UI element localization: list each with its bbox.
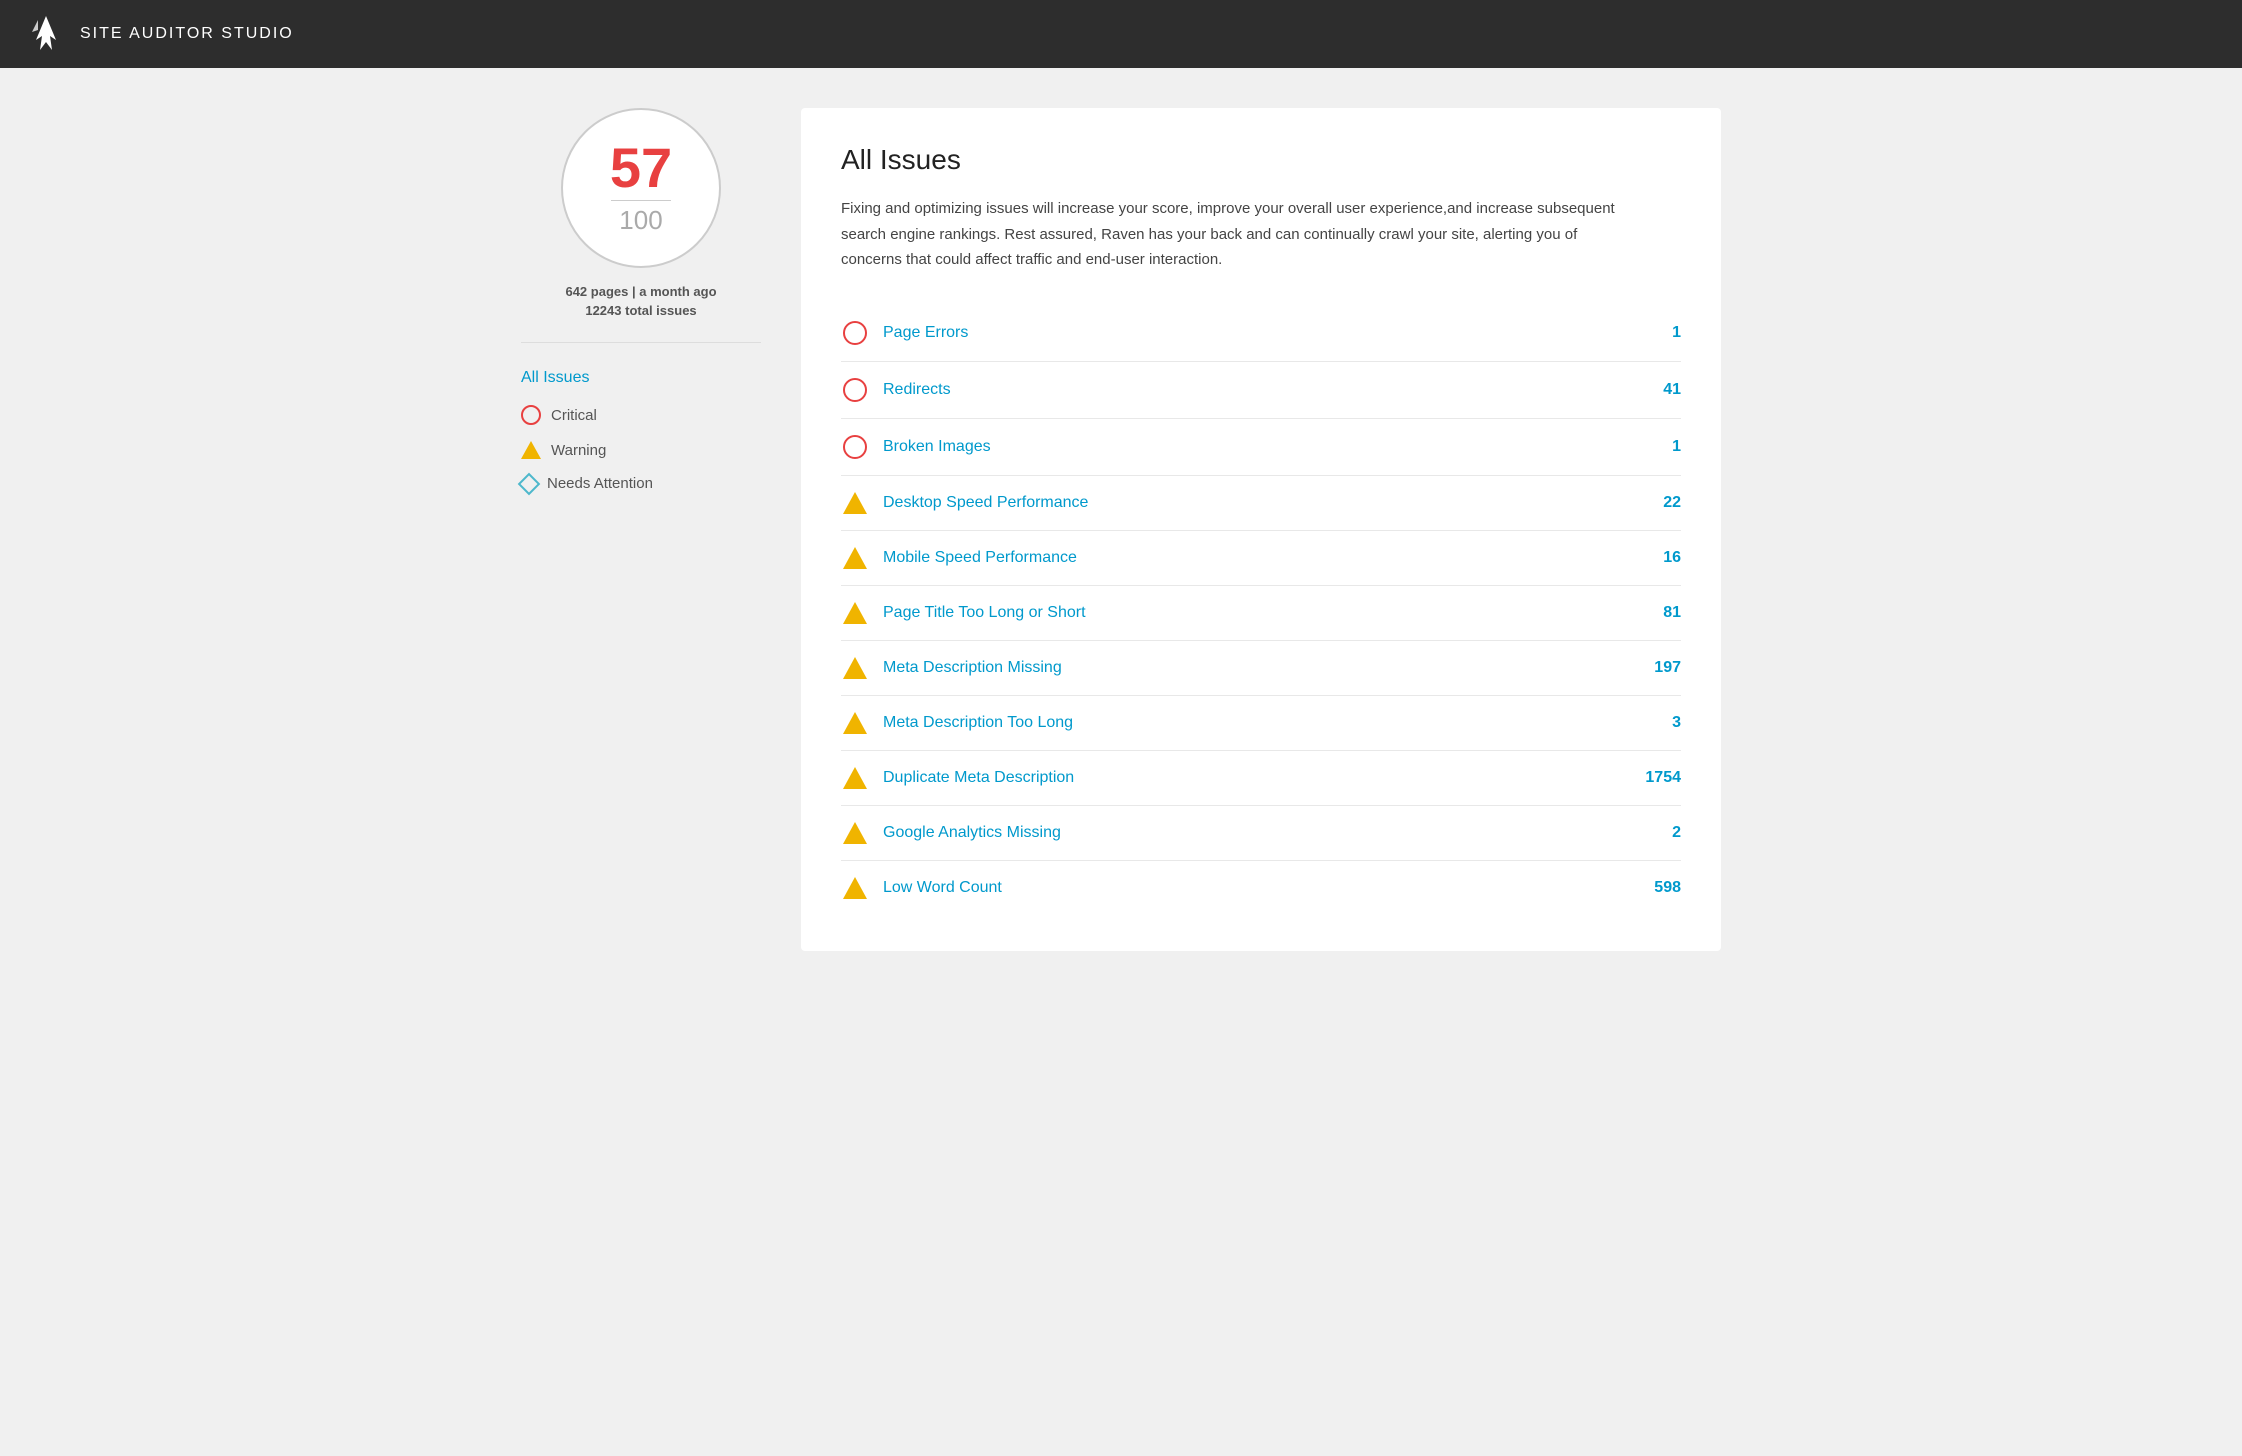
nav-all-issues[interactable]: All Issues: [521, 359, 761, 397]
issue-item[interactable]: Meta Description Missing 197: [841, 641, 1681, 696]
content-area: 57 100 642 pages | a month ago 12243 tot…: [521, 108, 1721, 951]
nav-warning[interactable]: Warning: [521, 433, 761, 467]
issue-count: 16: [1631, 549, 1681, 567]
issue-count: 2: [1631, 824, 1681, 842]
issue-icon-wrap: [841, 712, 869, 734]
issue-count: 22: [1631, 494, 1681, 512]
issue-name: Broken Images: [883, 438, 1617, 456]
issue-item[interactable]: Redirects 41: [841, 362, 1681, 419]
nav-warning-label: Warning: [551, 442, 606, 459]
nav-critical[interactable]: Critical: [521, 397, 761, 433]
score-issues-count: 12243 total issues: [521, 303, 761, 318]
issue-name: Meta Description Missing: [883, 659, 1617, 677]
nav-menu: All Issues Critical Warning Needs Attent…: [521, 359, 761, 500]
issue-item[interactable]: Low Word Count 598: [841, 861, 1681, 915]
app-title: SITE AUDITOR STUDIO: [80, 25, 294, 43]
app-header: SITE AUDITOR STUDIO: [0, 0, 2242, 68]
issue-item[interactable]: Page Title Too Long or Short 81: [841, 586, 1681, 641]
issue-item[interactable]: Google Analytics Missing 2: [841, 806, 1681, 861]
issue-icon-wrap: [841, 822, 869, 844]
warning-issue-icon: [843, 602, 867, 624]
sidebar-divider: [521, 342, 761, 343]
issue-count: 1754: [1631, 769, 1681, 787]
critical-issue-icon: [843, 435, 867, 459]
warning-issue-icon: [843, 877, 867, 899]
attention-icon: [518, 472, 541, 495]
score-total: 100: [619, 205, 662, 236]
issue-icon-wrap: [841, 435, 869, 459]
warning-issue-icon: [843, 712, 867, 734]
sidebar: 57 100 642 pages | a month ago 12243 tot…: [521, 108, 761, 951]
issue-count: 1: [1631, 324, 1681, 342]
issue-name: Mobile Speed Performance: [883, 549, 1617, 567]
issue-item[interactable]: Broken Images 1: [841, 419, 1681, 476]
score-pages: 642 pages | a month ago: [521, 284, 761, 299]
issue-icon-wrap: [841, 321, 869, 345]
page-title: All Issues: [841, 144, 1681, 176]
issue-count: 3: [1631, 714, 1681, 732]
issue-name: Page Title Too Long or Short: [883, 604, 1617, 622]
critical-issue-icon: [843, 321, 867, 345]
critical-icon: [521, 405, 541, 425]
issue-count: 197: [1631, 659, 1681, 677]
issue-count: 81: [1631, 604, 1681, 622]
issue-item[interactable]: Desktop Speed Performance 22: [841, 476, 1681, 531]
nav-needs-attention[interactable]: Needs Attention: [521, 467, 761, 500]
critical-issue-icon: [843, 378, 867, 402]
issue-name: Desktop Speed Performance: [883, 494, 1617, 512]
nav-attention-label: Needs Attention: [547, 475, 653, 492]
issue-name: Duplicate Meta Description: [883, 769, 1617, 787]
score-current: 57: [610, 140, 672, 196]
warning-issue-icon: [843, 547, 867, 569]
score-circle-container: 57 100: [521, 108, 761, 268]
issue-count: 41: [1631, 381, 1681, 399]
raven-logo-icon: [24, 12, 68, 56]
issue-icon-wrap: [841, 378, 869, 402]
issue-item[interactable]: Duplicate Meta Description 1754: [841, 751, 1681, 806]
issue-icon-wrap: [841, 877, 869, 899]
issue-item[interactable]: Meta Description Too Long 3: [841, 696, 1681, 751]
issue-item[interactable]: Mobile Speed Performance 16: [841, 531, 1681, 586]
warning-issue-icon: [843, 492, 867, 514]
issue-icon-wrap: [841, 602, 869, 624]
nav-all-issues-label: All Issues: [521, 369, 589, 387]
warning-issue-icon: [843, 767, 867, 789]
issue-name: Google Analytics Missing: [883, 824, 1617, 842]
issue-name: Redirects: [883, 381, 1617, 399]
nav-critical-label: Critical: [551, 407, 597, 424]
main-content: All Issues Fixing and optimizing issues …: [801, 108, 1721, 951]
issue-count: 598: [1631, 879, 1681, 897]
issue-icon-wrap: [841, 767, 869, 789]
warning-issue-icon: [843, 657, 867, 679]
issue-icon-wrap: [841, 547, 869, 569]
issue-icon-wrap: [841, 657, 869, 679]
warning-issue-icon: [843, 822, 867, 844]
main-wrapper: 57 100 642 pages | a month ago 12243 tot…: [0, 68, 2242, 1456]
issue-name: Low Word Count: [883, 879, 1617, 897]
issue-icon-wrap: [841, 492, 869, 514]
page-description: Fixing and optimizing issues will increa…: [841, 196, 1621, 273]
issue-name: Meta Description Too Long: [883, 714, 1617, 732]
issue-name: Page Errors: [883, 324, 1617, 342]
score-meta: 642 pages | a month ago 12243 total issu…: [521, 284, 761, 318]
logo-container: SITE AUDITOR STUDIO: [24, 12, 294, 56]
warning-icon: [521, 441, 541, 459]
issues-list: Page Errors 1 Redirects 41 Broken Images…: [841, 305, 1681, 915]
issue-count: 1: [1631, 438, 1681, 456]
score-divider: [611, 200, 671, 201]
issue-item[interactable]: Page Errors 1: [841, 305, 1681, 362]
score-circle: 57 100: [561, 108, 721, 268]
